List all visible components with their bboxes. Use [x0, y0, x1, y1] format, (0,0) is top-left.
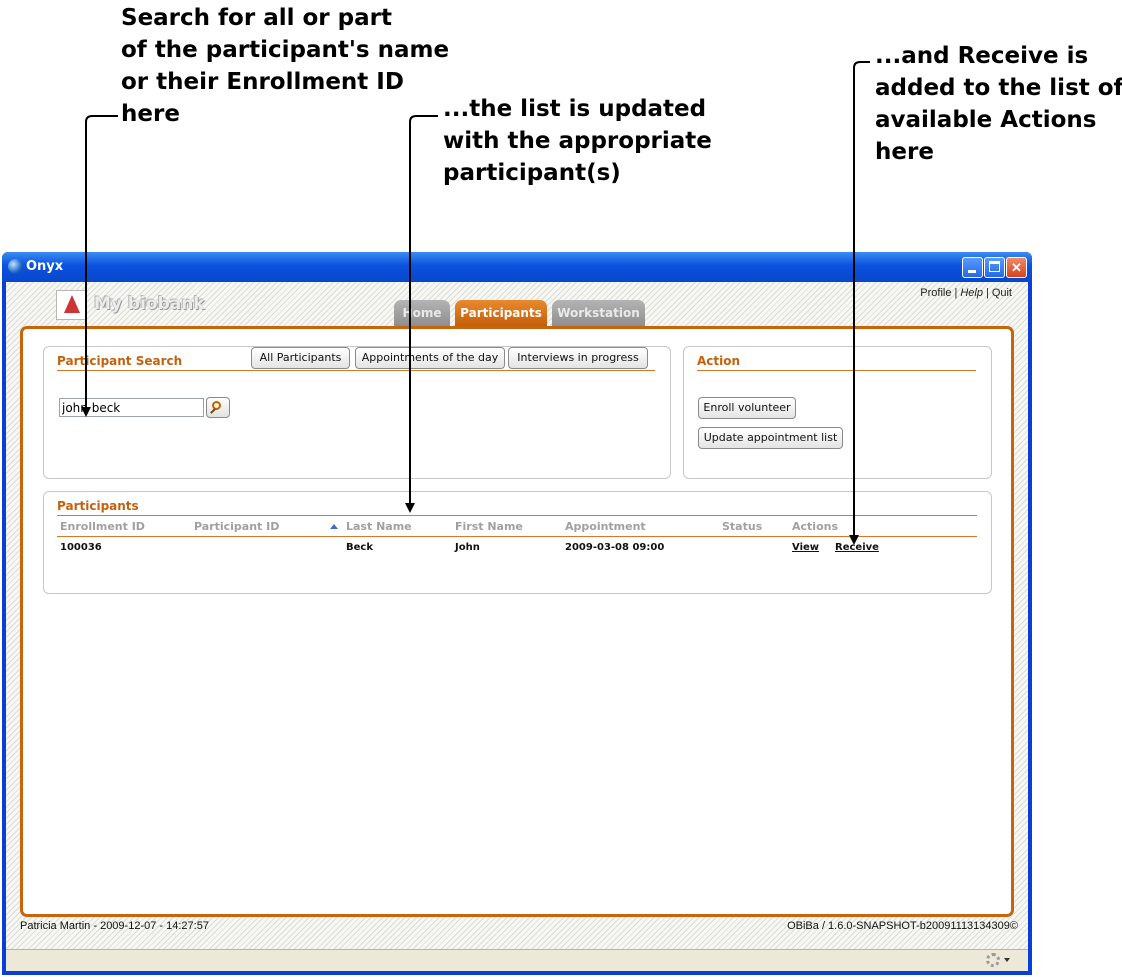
participant-search-panel: Participant Search All Participants Appo… — [43, 346, 671, 479]
panel-divider — [57, 515, 977, 516]
column-header-enrollment-id[interactable]: Enrollment ID — [60, 520, 145, 533]
panel-divider — [57, 370, 655, 371]
minimize-button[interactable] — [962, 257, 983, 278]
cell-appointment: 2009-03-08 09:00 — [565, 542, 665, 553]
panel-title: Participants — [57, 499, 139, 513]
panel-title: Participant Search — [57, 354, 183, 368]
search-input[interactable] — [59, 398, 204, 417]
tab-home[interactable]: Home — [394, 300, 450, 326]
main-content: Participant Search All Participants Appo… — [20, 326, 1014, 917]
annotation-line: Search for all or part — [121, 5, 392, 31]
maximize-button[interactable] — [984, 257, 1005, 278]
annotation-line: ...and Receive is — [875, 43, 1089, 69]
update-appointment-list-button[interactable]: Update appointment list — [698, 427, 843, 449]
receive-link[interactable]: Receive — [835, 542, 879, 553]
chevron-down-icon[interactable] — [1004, 958, 1010, 962]
help-link[interactable]: Help — [960, 287, 983, 299]
annotation-line: ...the list is updated — [443, 96, 707, 122]
participants-panel: Participants Enrollment ID Participant I… — [43, 491, 992, 594]
panel-title: Action — [697, 354, 741, 368]
sort-ascending-icon[interactable] — [330, 524, 338, 529]
column-header-last-name[interactable]: Last Name — [346, 520, 412, 533]
action-panel: Action Enroll volunteer Update appointme… — [683, 346, 992, 479]
annotation-line: with the appropriate — [443, 128, 712, 154]
column-header-status[interactable]: Status — [722, 520, 762, 533]
panel-divider — [697, 370, 976, 371]
view-link[interactable]: View — [792, 542, 819, 553]
annotation-line: participant(s) — [443, 160, 621, 186]
enroll-volunteer-button[interactable]: Enroll volunteer — [698, 397, 796, 419]
window-title: Onyx — [26, 259, 64, 274]
user-session-info: Patricia Martin - 2009-12-07 - 14:27:57 — [20, 920, 209, 932]
search-button[interactable] — [206, 397, 230, 418]
annotation-line: added to the list of — [875, 75, 1122, 101]
bottom-status-bar — [6, 949, 1028, 971]
quit-link[interactable]: Quit — [992, 287, 1012, 299]
column-header-participant-id[interactable]: Participant ID — [194, 520, 279, 533]
app-globe-icon — [8, 259, 23, 274]
version-info: OBiBa / 1.6.0-SNAPSHOT-b20091113134309© — [787, 920, 1018, 932]
gear-icon[interactable] — [986, 953, 1000, 967]
column-header-first-name[interactable]: First Name — [455, 520, 523, 533]
title-bar[interactable]: Onyx ✕ — [2, 252, 1032, 282]
annotation-line: of the participant's name — [121, 37, 450, 63]
cell-enrollment-id: 100036 — [60, 542, 102, 553]
brand-name: My biobank — [94, 294, 205, 314]
annotation-line: or their Enrollment ID — [121, 69, 404, 95]
annotation-line: here — [875, 139, 934, 165]
column-header-actions: Actions — [792, 520, 838, 533]
interviews-in-progress-button[interactable]: Interviews in progress — [508, 347, 648, 369]
tab-workstation[interactable]: Workstation — [552, 300, 645, 326]
column-header-appointment[interactable]: Appointment — [565, 520, 646, 533]
onyx-window: Onyx ✕ My biobank Profile | Help | Quit Home… — [2, 252, 1032, 975]
annotation-list: ...the list is updated with the appropri… — [443, 93, 712, 189]
tab-participants[interactable]: Participants — [455, 300, 547, 326]
annotation-line: here — [121, 101, 180, 127]
close-button[interactable]: ✕ — [1006, 257, 1027, 278]
annotation-search: Search for all or part of the participan… — [121, 2, 449, 130]
app-client-area: My biobank Profile | Help | Quit Home Partic… — [6, 282, 1028, 971]
appointments-of-the-day-button[interactable]: Appointments of the day — [355, 347, 505, 369]
top-links: Profile | Help | Quit — [920, 287, 1012, 299]
profile-link[interactable]: Profile — [920, 287, 951, 299]
all-participants-button[interactable]: All Participants — [251, 347, 350, 369]
annotation-line: available Actions — [875, 107, 1097, 133]
link-separator: | — [954, 287, 958, 299]
header-divider — [57, 536, 977, 537]
cell-first-name: John — [455, 542, 480, 553]
link-separator: | — [985, 287, 989, 299]
cell-last-name: Beck — [346, 542, 373, 553]
flask-logo-icon — [56, 290, 86, 320]
annotation-receive: ...and Receive is added to the list of a… — [875, 40, 1122, 168]
